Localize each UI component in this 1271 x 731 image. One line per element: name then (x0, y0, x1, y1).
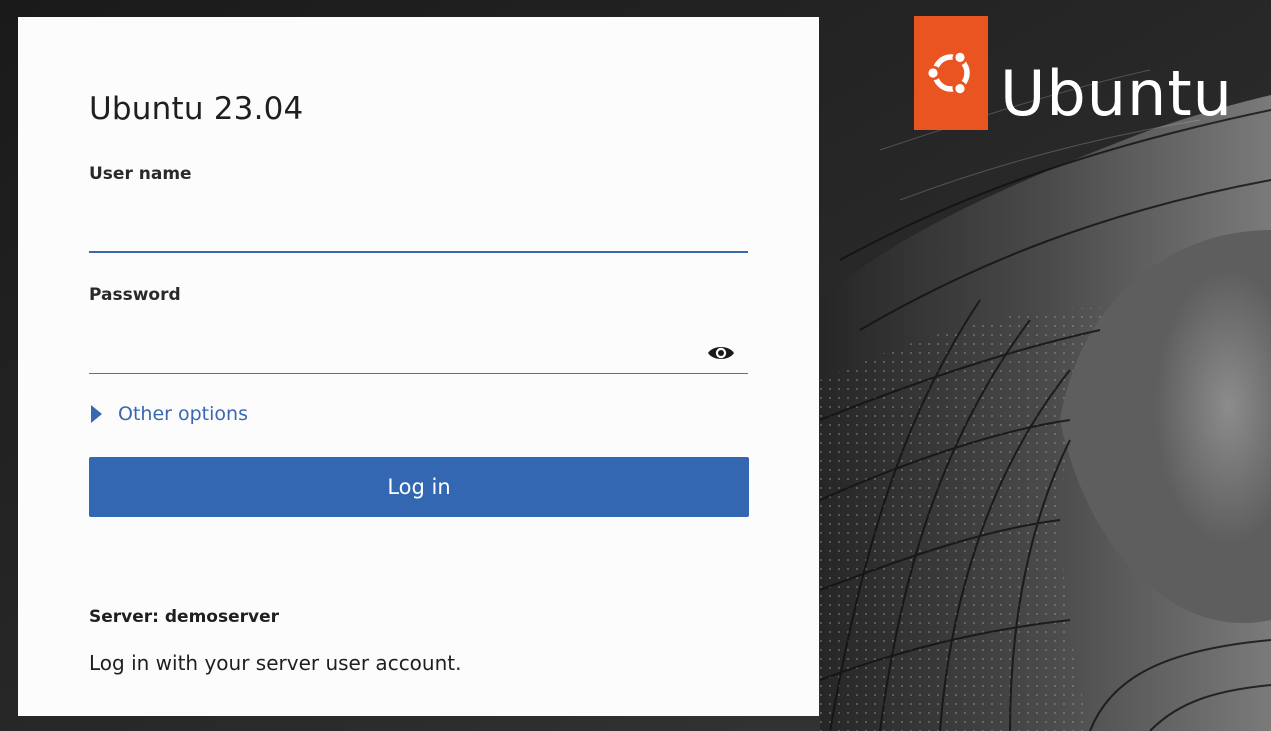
other-options-label: Other options (118, 403, 248, 425)
password-input[interactable] (89, 339, 693, 374)
ubuntu-logo-tile (914, 16, 988, 130)
other-options-expander[interactable]: Other options (91, 403, 248, 425)
page-title: Ubuntu 23.04 (89, 91, 304, 127)
help-text: Log in with your server user account. (89, 651, 462, 675)
password-label: Password (89, 285, 181, 305)
ubuntu-wordmark: Ubuntu (1000, 57, 1233, 130)
ubuntu-circle-of-friends-icon (927, 51, 970, 95)
login-button[interactable]: Log in (89, 457, 749, 517)
expander-triangle-icon (91, 405, 102, 423)
login-screen: Ubuntu 23.04 User name Password Other op… (0, 0, 1271, 731)
login-card: Ubuntu 23.04 User name Password Other op… (18, 17, 819, 716)
username-label: User name (89, 164, 192, 184)
username-input[interactable] (89, 217, 748, 253)
show-password-button[interactable] (693, 333, 748, 374)
eye-icon (707, 347, 734, 359)
server-info: Server: demoserver (89, 607, 279, 627)
